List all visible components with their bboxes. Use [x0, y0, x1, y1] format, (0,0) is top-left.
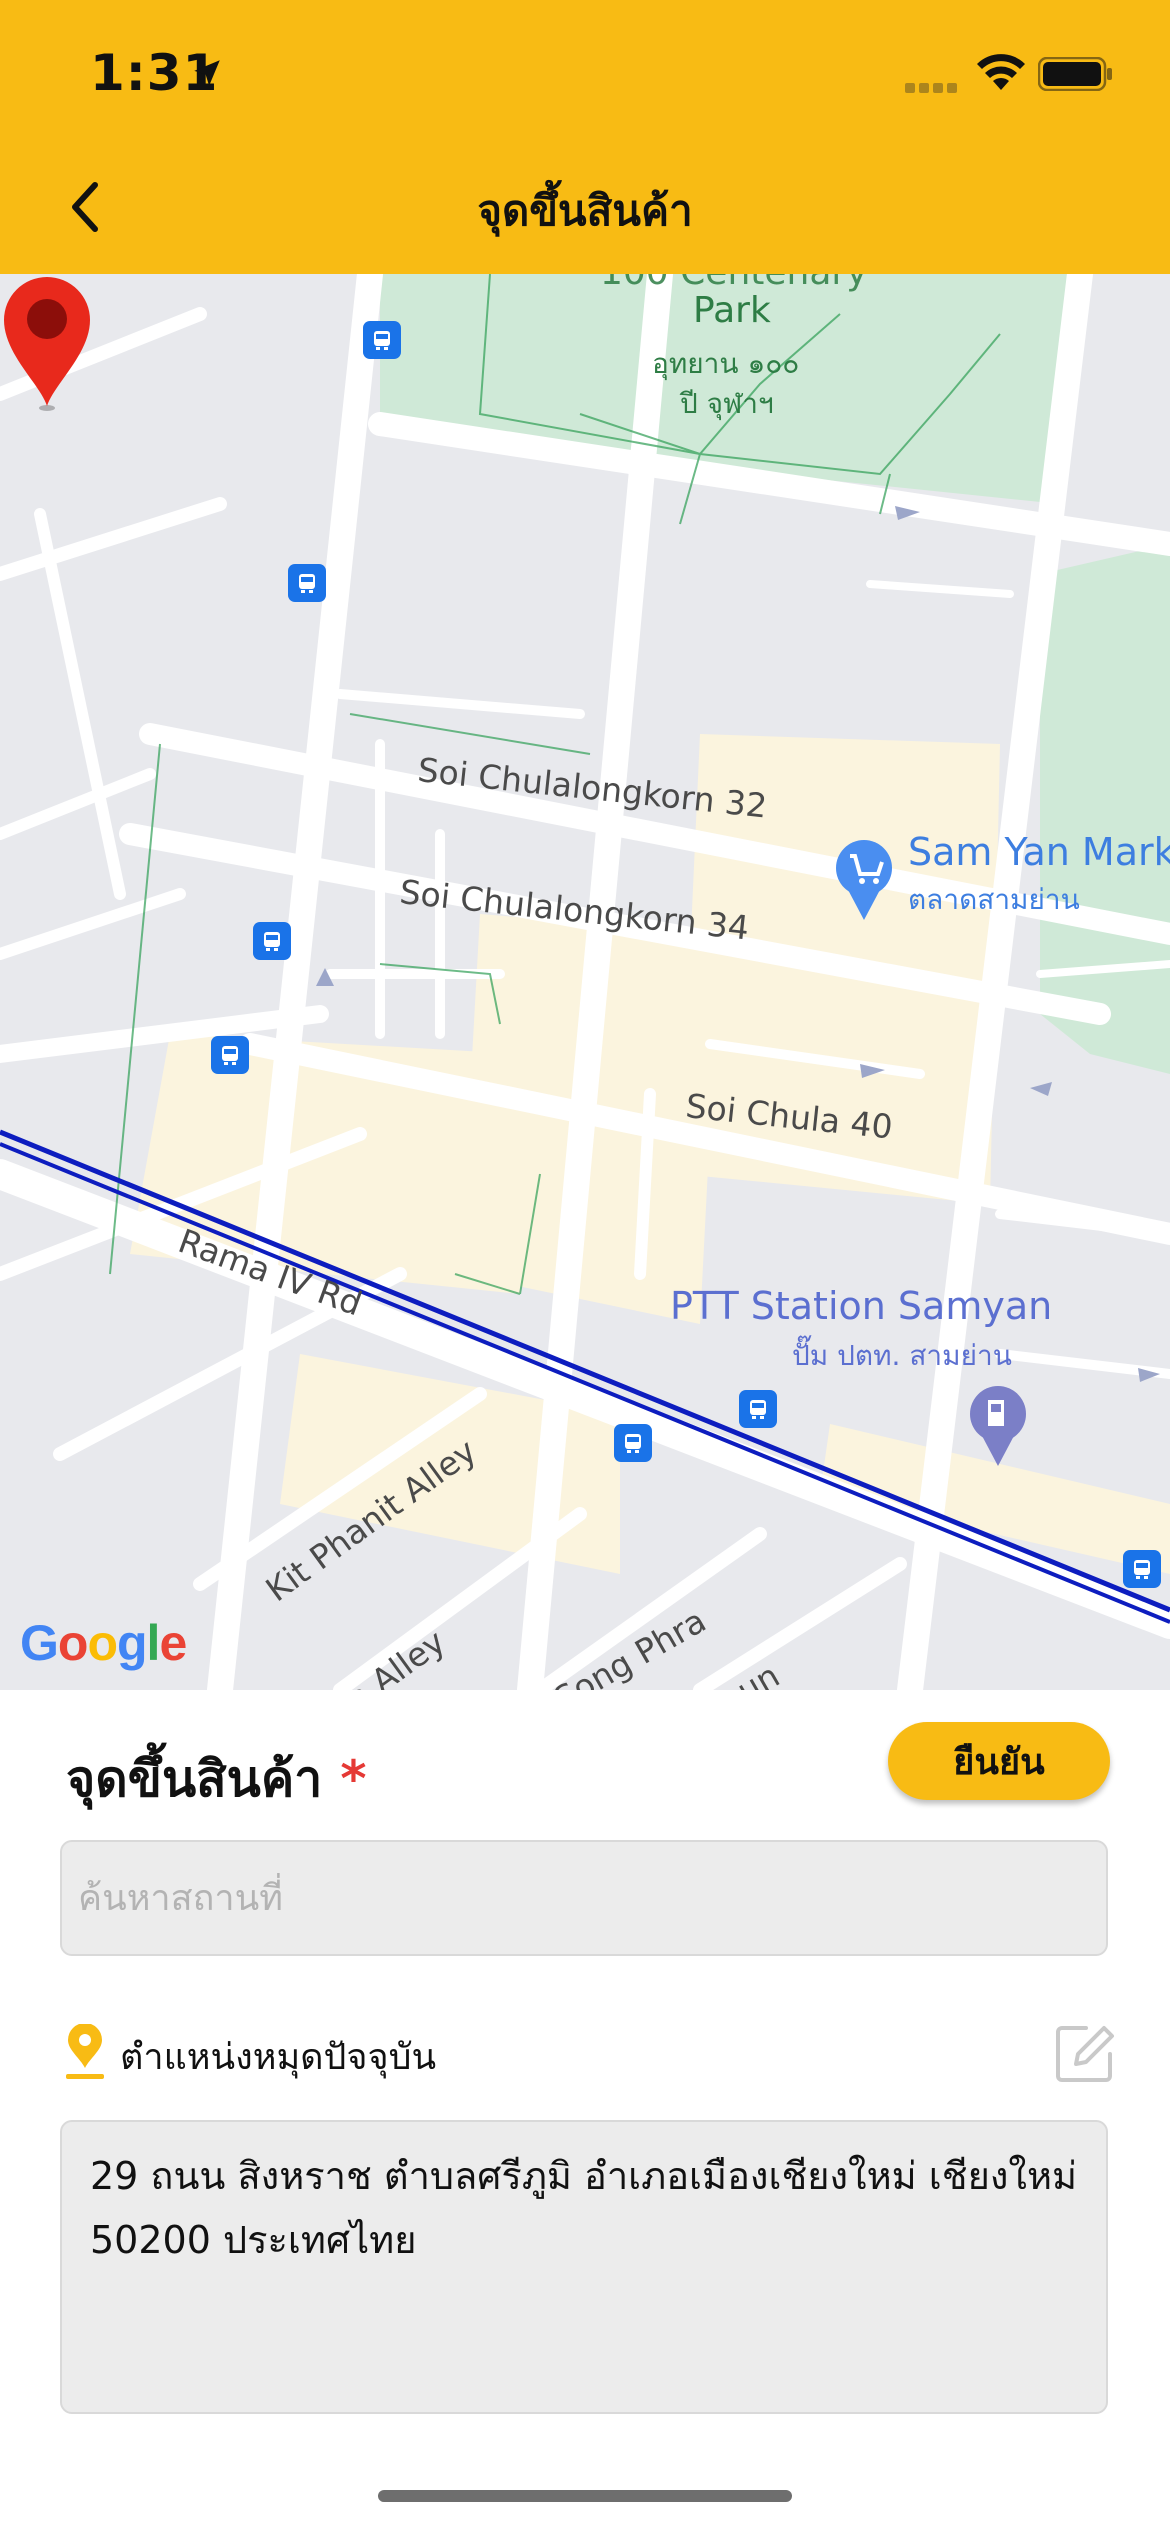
battery-icon: [1038, 57, 1112, 91]
map-label-ptt-station-thai: ปั๊ม ปตท. สามย่าน: [792, 1339, 1012, 1372]
bus-stop-icon[interactable]: [363, 321, 401, 359]
confirm-button[interactable]: ยืนยัน: [888, 1722, 1110, 1800]
map-pin-icon[interactable]: [0, 274, 94, 414]
bus-stop-icon[interactable]: [1123, 1550, 1161, 1588]
current-location-label: ตำแหน่งหมุดปัจจุบัน: [120, 2037, 437, 2078]
home-indicator[interactable]: [378, 2490, 792, 2502]
edit-icon[interactable]: [1052, 2022, 1116, 2086]
map-label-sam-yan-market: Sam Yan Mark: [908, 830, 1170, 874]
map-view[interactable]: 100 Centenary Park อุทยาน ๑๐๐ ปี จุฬาฯ S…: [0, 274, 1170, 1690]
cellular-signal-icon: [905, 80, 961, 98]
bus-stop-icon[interactable]: [614, 1424, 652, 1462]
google-logo: Google: [20, 1615, 187, 1671]
map-label-ptt-station: PTT Station Samyan: [670, 1284, 1053, 1328]
wifi-icon: [977, 54, 1025, 90]
bus-stop-icon[interactable]: [253, 922, 291, 960]
bus-stop-icon[interactable]: [739, 1390, 777, 1428]
map-label-park: Park: [693, 290, 771, 331]
location-arrow-icon: [194, 60, 220, 86]
map-label-park-thai-2: ปี จุฬาฯ: [680, 387, 774, 420]
bus-stop-icon[interactable]: [211, 1036, 249, 1074]
address-display: 29 ถนน สิงหราช ตำบลศรีภูมิ อำเภอเมืองเชี…: [60, 2120, 1108, 2414]
map-canvas: [0, 274, 1170, 1690]
app-header: 1:31 จุดขึ้นสินค้า: [0, 0, 1170, 274]
map-label-park-thai-1: อุทยาน ๑๐๐: [652, 347, 800, 380]
form-title-text: จุดขึ้นสินค้า: [66, 1750, 323, 1808]
map-label-sam-yan-market-thai: ตลาดสามย่าน: [908, 883, 1080, 916]
form-title: จุดขึ้นสินค้า *: [66, 1740, 367, 1819]
location-pin-icon: [66, 2024, 104, 2079]
required-mark: *: [340, 1750, 367, 1808]
page-title: จุดขึ้นสินค้า: [477, 186, 693, 235]
search-input[interactable]: [60, 1840, 1108, 1956]
bus-stop-icon[interactable]: [288, 564, 326, 602]
